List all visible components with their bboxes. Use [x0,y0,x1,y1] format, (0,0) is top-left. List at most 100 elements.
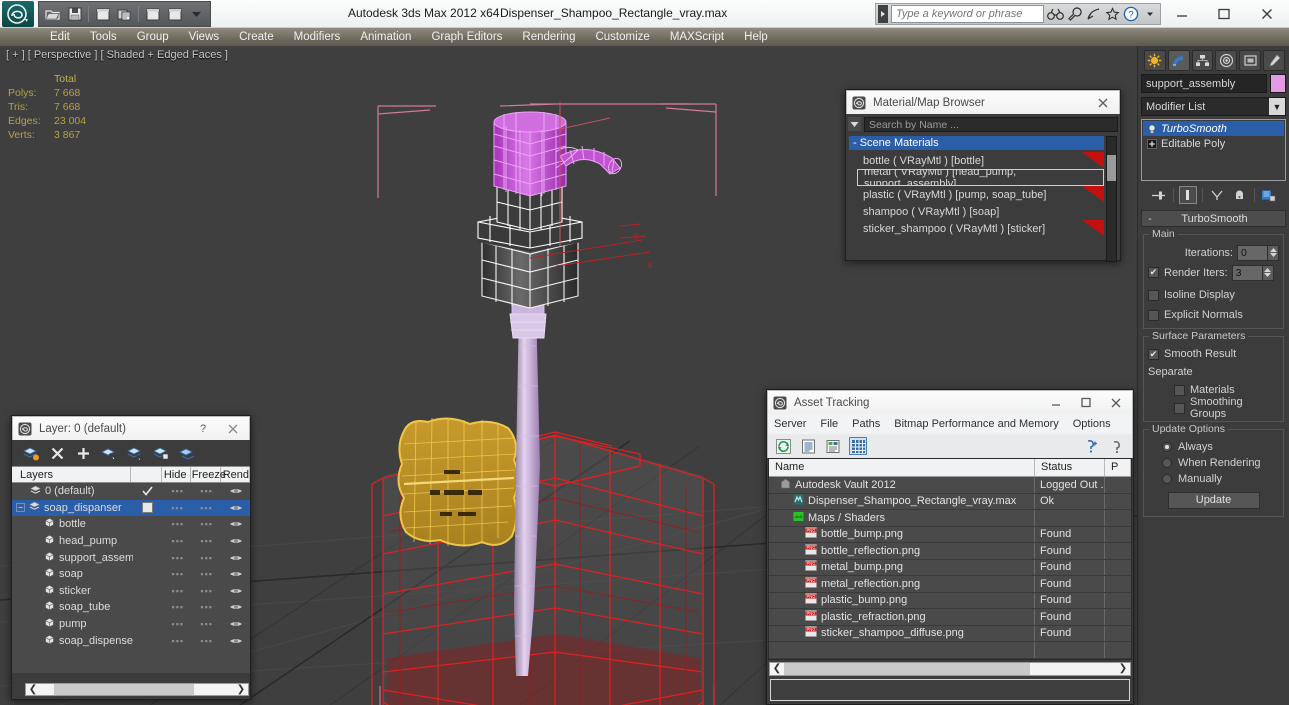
table-row[interactable]: PNG bottle_reflection.png Found [769,543,1131,560]
help-dropdown-icon[interactable] [1142,5,1158,24]
hide-toggle[interactable]: ▪▪▪ [163,486,192,496]
object-color-swatch[interactable] [1270,74,1286,93]
make-unique-icon[interactable] [1208,186,1226,204]
help-button[interactable]: ? [191,418,215,440]
layer-list[interactable]: 0 (default) ▪▪▪ ▪▪▪ − soap_dispanser ▪▪▪… [12,483,250,673]
freeze-toggle[interactable]: ▪▪▪ [192,536,221,546]
scrollbar-thumb[interactable] [784,662,1030,675]
update-manually-radio[interactable] [1162,474,1172,484]
render-iters-stepper[interactable]: 3 [1231,264,1274,281]
material-item-sticker-shampoo[interactable]: sticker_shampoo ( VRayMtl ) [sticker] [857,220,1104,237]
list-item[interactable]: soap_tube ▪▪▪ ▪▪▪ [12,599,250,616]
current-layer-check[interactable] [132,502,163,514]
open-file-button[interactable] [43,5,62,24]
hide-toggle[interactable]: ▪▪▪ [163,636,192,646]
freeze-toggle[interactable]: ▪▪▪ [192,602,221,612]
freeze-toggle[interactable]: ▪▪▪ [192,619,221,629]
asset-tracking-grid[interactable]: Name Status P Autodesk Vault 2012 Logged… [768,458,1132,660]
table-row[interactable]: Dispenser_Shampoo_Rectangle_vray.max Ok [769,493,1131,510]
render-toggle[interactable] [221,519,250,529]
delete-layer-icon[interactable] [48,444,66,462]
scroll-right-icon[interactable]: ❯ [234,684,248,695]
create-tab[interactable] [1144,50,1166,71]
search-expand-icon[interactable] [878,5,888,23]
table-row[interactable]: PNG sticker_shampoo_diffuse.png Found [769,625,1131,642]
update-when-rendering-row[interactable]: When Rendering [1148,455,1279,471]
freeze-toggle[interactable]: ▪▪▪ [192,503,221,513]
motion-tab[interactable] [1215,50,1238,71]
qat-dropdown[interactable] [187,5,206,24]
help-icon[interactable]: ? [1123,5,1139,24]
chevron-down-icon[interactable]: ▼ [1269,98,1285,115]
expand-icon[interactable]: − [16,503,25,513]
app-logo-icon[interactable] [2,1,34,27]
list-item[interactable]: soap ▪▪▪ ▪▪▪ [12,566,250,583]
close-icon[interactable] [1104,392,1128,414]
minimize-icon[interactable] [1044,392,1068,414]
freeze-toggle[interactable]: ▪▪▪ [192,519,221,529]
reset-button[interactable] [165,5,184,24]
column-header-freeze[interactable]: Freeze [191,467,226,482]
minimize-icon[interactable] [1161,0,1203,28]
wrench-icon[interactable] [1067,5,1083,24]
configure-sets-icon[interactable] [1260,186,1278,204]
column-header-path[interactable]: P [1105,459,1131,476]
object-name-field[interactable]: support_assembly [1141,74,1267,93]
maximize-icon[interactable] [1203,0,1245,28]
scroll-left-icon[interactable]: ❮ [26,684,40,695]
table-row[interactable]: PNG bottle_bump.png Found [769,526,1131,543]
update-always-radio[interactable] [1162,442,1172,452]
scroll-right-icon[interactable]: ❯ [1116,663,1130,674]
at-menu-file[interactable]: File [820,418,838,430]
list-item-selected[interactable]: − soap_dispanser ▪▪▪ ▪▪▪ [12,499,250,517]
help-add-icon[interactable] [1082,437,1100,455]
hide-toggle[interactable]: ▪▪▪ [163,503,192,513]
menu-help[interactable]: Help [734,29,778,45]
table-row[interactable]: PNG metal_bump.png Found [769,559,1131,576]
render-toggle[interactable] [221,536,250,546]
asset-tracking-hscrollbar[interactable]: ❮ ❯ [769,661,1131,676]
search-input[interactable] [890,5,1044,23]
modifier-stack[interactable]: TurboSmooth Editable Poly [1141,119,1286,181]
scene-materials-header[interactable]: - Scene Materials [849,136,1104,150]
iterations-value[interactable]: 0 [1237,244,1268,261]
undo-button[interactable] [93,5,112,24]
freeze-toggle[interactable]: ▪▪▪ [192,486,221,496]
render-iters-checkbox[interactable] [1148,267,1159,278]
hide-toggle[interactable]: ▪▪▪ [163,569,192,579]
table-row[interactable]: Autodesk Vault 2012 Logged Out ... [769,477,1131,494]
render-toggle[interactable] [221,586,250,596]
list-item[interactable]: soap_dispenser ▪▪▪ ▪▪▪ [12,632,250,649]
separate-materials-checkbox[interactable] [1174,384,1185,396]
freeze-toggle[interactable]: ▪▪▪ [192,553,221,563]
star-icon[interactable] [1104,5,1120,24]
list-item[interactable]: support_assemb ▪▪▪ ▪▪▪ [12,549,250,566]
save-file-button[interactable] [65,5,84,24]
menu-rendering[interactable]: Rendering [512,29,585,45]
pin-stack-icon[interactable] [1150,186,1168,204]
menu-customize[interactable]: Customize [585,29,659,45]
isoline-display-row[interactable]: Isoline Display [1148,287,1279,303]
menu-animation[interactable]: Animation [350,29,421,45]
list-item[interactable]: sticker ▪▪▪ ▪▪▪ [12,583,250,600]
update-manually-row[interactable]: Manually [1148,471,1279,487]
hide-toggle[interactable]: ▪▪▪ [163,553,192,563]
layer-dialog-titlebar[interactable]: Layer: 0 (default) ? [12,416,250,440]
collapse-icon[interactable]: - [1142,213,1158,225]
column-header-hide[interactable]: Hide [162,467,191,482]
freeze-toggle[interactable]: ▪▪▪ [192,636,221,646]
refresh-icon[interactable] [774,437,792,455]
hierarchy-tab[interactable] [1191,50,1214,71]
spinner-arrows-icon[interactable] [1268,244,1279,261]
viewport-label[interactable]: [ + ] [ Perspective ] [ Shaded + Edged F… [6,49,228,61]
menu-group[interactable]: Group [127,29,179,45]
menu-views[interactable]: Views [179,29,229,45]
hide-toggle[interactable]: ▪▪▪ [163,602,192,612]
scrollbar-thumb[interactable] [54,683,194,695]
help-icon[interactable] [1108,437,1126,455]
separate-smoothing-groups-row[interactable]: Smoothing Groups [1148,396,1279,420]
modify-tab[interactable] [1167,50,1190,71]
update-always-row[interactable]: Always [1148,439,1279,455]
table-row[interactable]: PNG plastic_bump.png Found [769,592,1131,609]
column-header-status[interactable]: Status [1035,459,1105,476]
